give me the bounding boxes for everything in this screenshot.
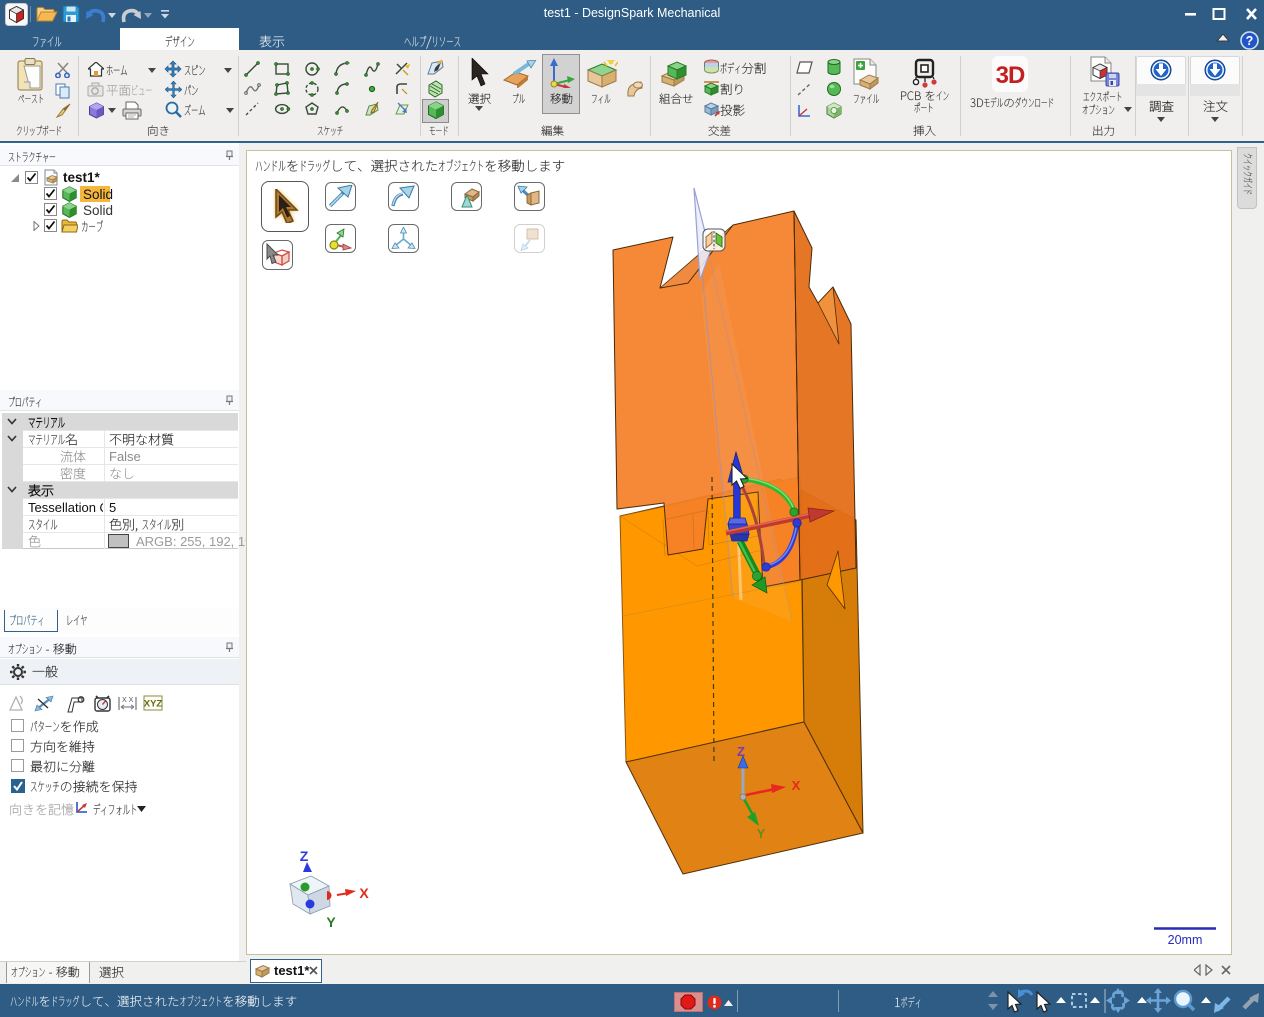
svg-text:20mm: 20mm: [1168, 933, 1203, 947]
svg-text:Z: Z: [300, 848, 309, 864]
svg-text:3D: 3D: [996, 62, 1025, 89]
svg-text:X: X: [792, 778, 801, 793]
svg-text:Y: Y: [326, 914, 336, 930]
svg-text:Y: Y: [757, 826, 766, 841]
svg-text:X X: X X: [122, 697, 134, 704]
svg-text:Z: Z: [737, 744, 745, 759]
svg-text:X: X: [359, 885, 369, 901]
svg-text:XYZ: XYZ: [144, 699, 163, 710]
svg-text:?: ?: [1246, 34, 1254, 48]
